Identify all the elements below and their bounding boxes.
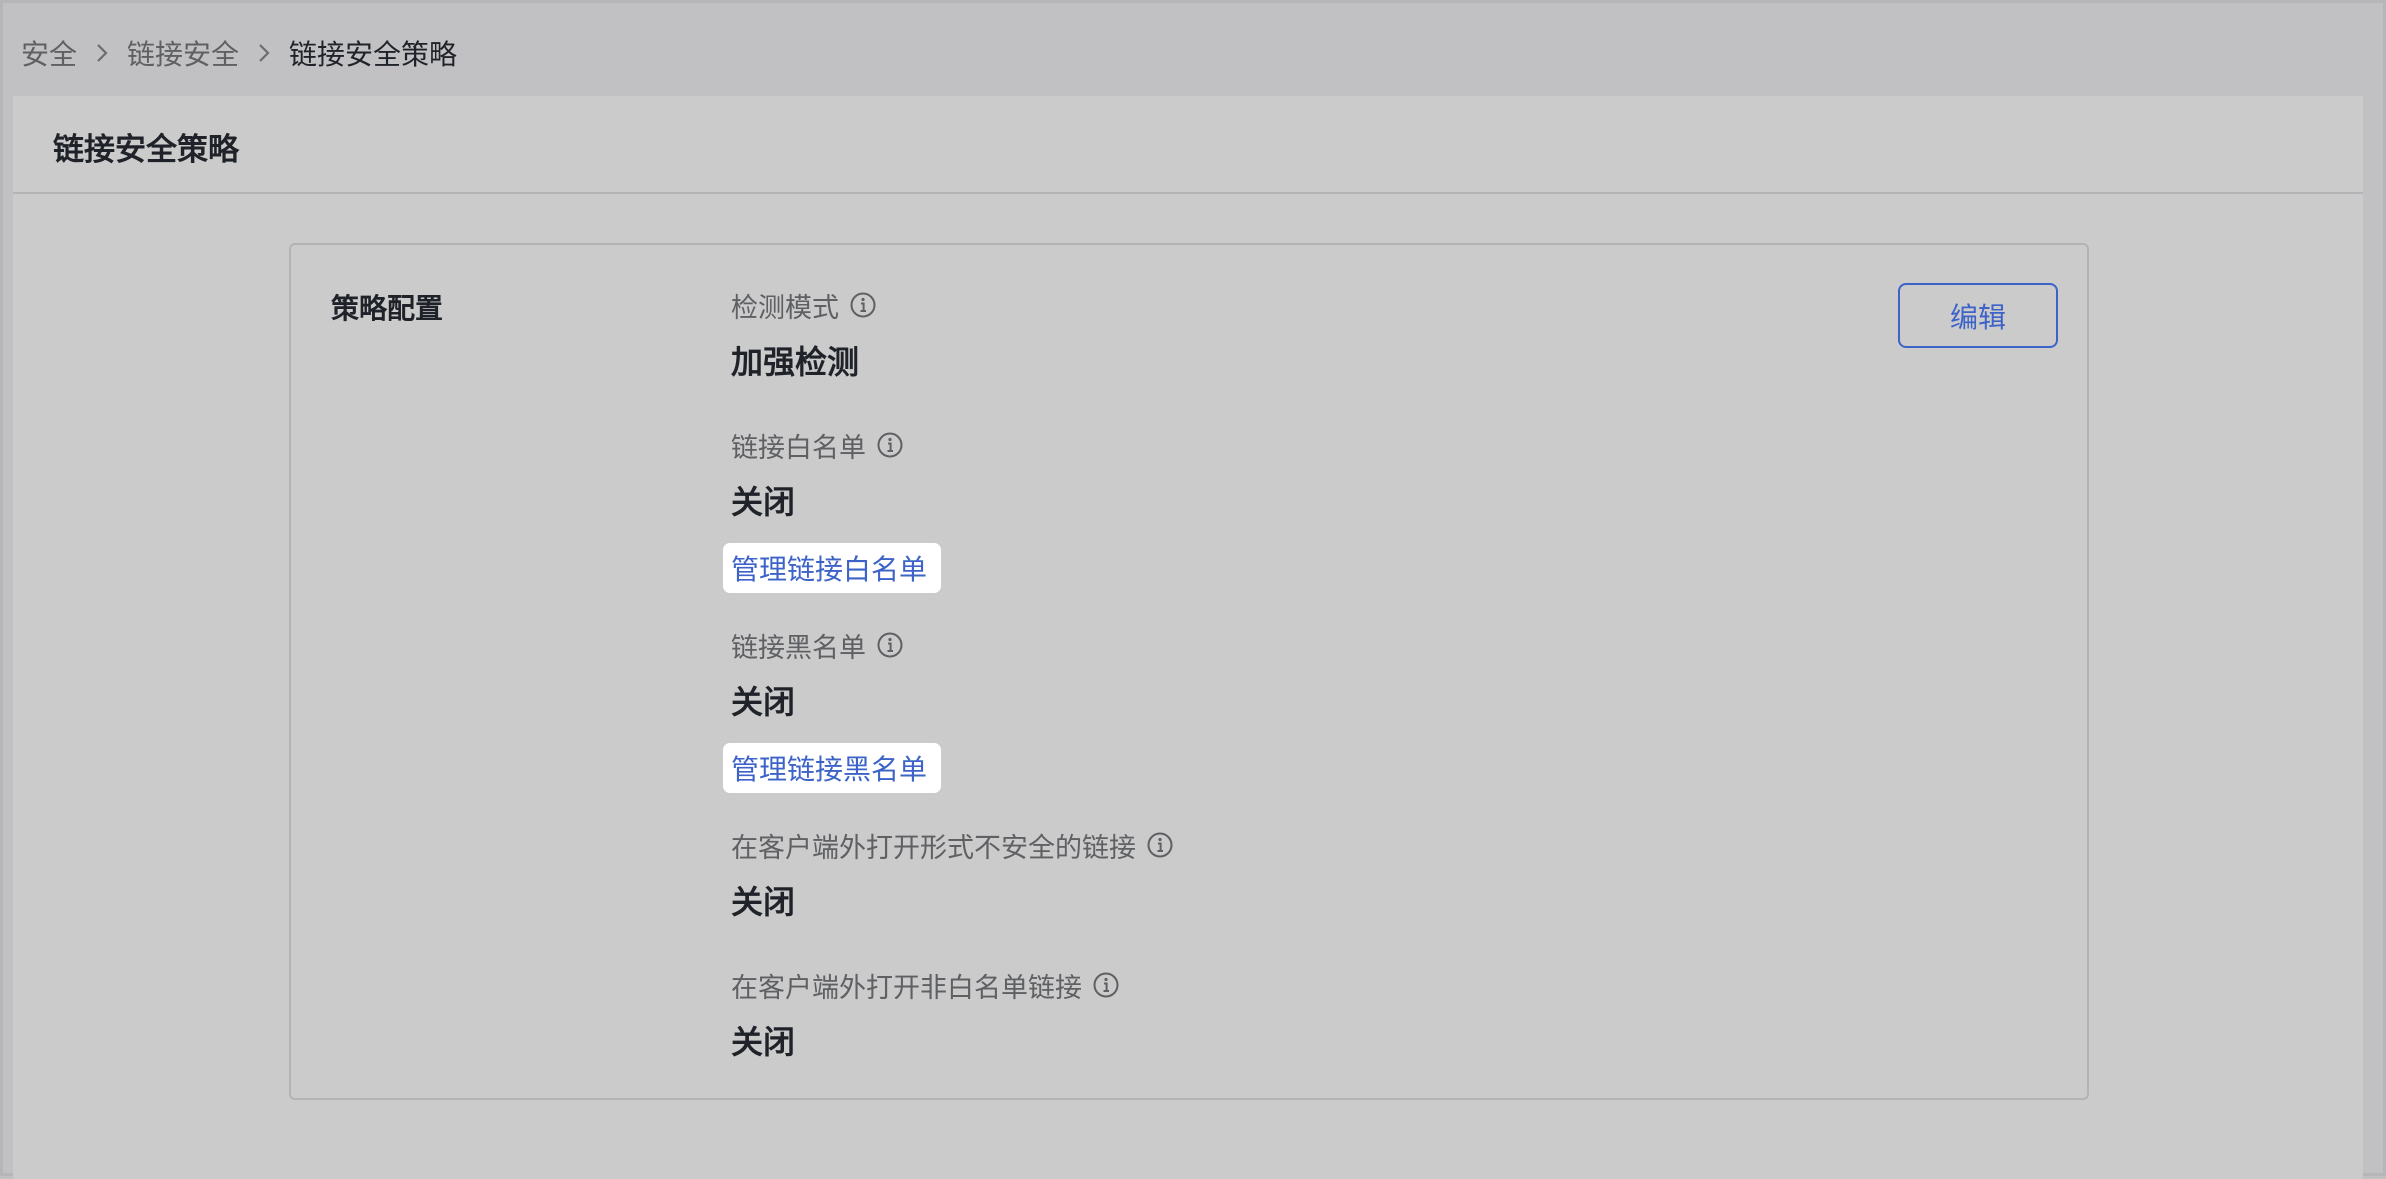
field-value: 关闭 bbox=[731, 483, 796, 521]
info-icon[interactable] bbox=[876, 631, 904, 659]
breadcrumb-item-link-security[interactable]: 链接安全 bbox=[127, 33, 239, 73]
field-detection-mode: 检测模式 加强检测 bbox=[731, 286, 877, 384]
info-icon[interactable] bbox=[876, 431, 904, 459]
breadcrumb-item-current: 链接安全策略 bbox=[289, 38, 458, 71]
chevron-right-icon bbox=[77, 43, 127, 63]
field-whitelist: 链接白名单 关闭 管理链接白名单 bbox=[723, 426, 942, 593]
field-value: 关闭 bbox=[731, 883, 796, 921]
app-frame: 安全 链接安全 链接安全策略 链接安全策略 策略配置 编辑 检测模式 加强检测 … bbox=[0, 0, 2386, 1179]
section-label: 策略配置 bbox=[331, 292, 444, 325]
field-label: 链接白名单 bbox=[731, 432, 866, 464]
field-value: 关闭 bbox=[731, 683, 796, 721]
breadcrumb: 安全 链接安全 链接安全策略 bbox=[21, 29, 457, 77]
info-icon[interactable] bbox=[849, 291, 877, 319]
manage-whitelist-link[interactable]: 管理链接白名单 bbox=[723, 543, 942, 593]
breadcrumb-item-security[interactable]: 安全 bbox=[21, 33, 77, 73]
panel-header: 链接安全策略 bbox=[13, 96, 2363, 194]
page-title: 链接安全策略 bbox=[53, 132, 239, 168]
field-blacklist: 链接黑名单 关闭 管理链接黑名单 bbox=[723, 626, 942, 793]
field-open-non-whitelist-outside: 在客户端外打开非白名单链接 关闭 bbox=[731, 966, 1120, 1064]
field-value: 加强检测 bbox=[731, 343, 860, 381]
info-icon[interactable] bbox=[1146, 831, 1174, 859]
info-icon[interactable] bbox=[1092, 971, 1120, 999]
field-label: 链接黑名单 bbox=[731, 632, 866, 664]
field-open-unsafe-outside: 在客户端外打开形式不安全的链接 关闭 bbox=[731, 826, 1174, 924]
field-label: 检测模式 bbox=[731, 292, 839, 324]
field-label: 在客户端外打开形式不安全的链接 bbox=[731, 832, 1136, 864]
main-panel: 链接安全策略 策略配置 编辑 检测模式 加强检测 链接白名单 关闭 管理链接白名… bbox=[13, 96, 2363, 1179]
policy-card: 策略配置 编辑 检测模式 加强检测 链接白名单 关闭 管理链接白名单 链接黑名单… bbox=[289, 243, 2089, 1100]
field-value: 关闭 bbox=[731, 1023, 796, 1061]
field-label: 在客户端外打开非白名单链接 bbox=[731, 972, 1082, 1004]
manage-blacklist-link[interactable]: 管理链接黑名单 bbox=[723, 743, 942, 793]
edit-button[interactable]: 编辑 bbox=[1898, 283, 2058, 348]
chevron-right-icon bbox=[239, 43, 289, 63]
